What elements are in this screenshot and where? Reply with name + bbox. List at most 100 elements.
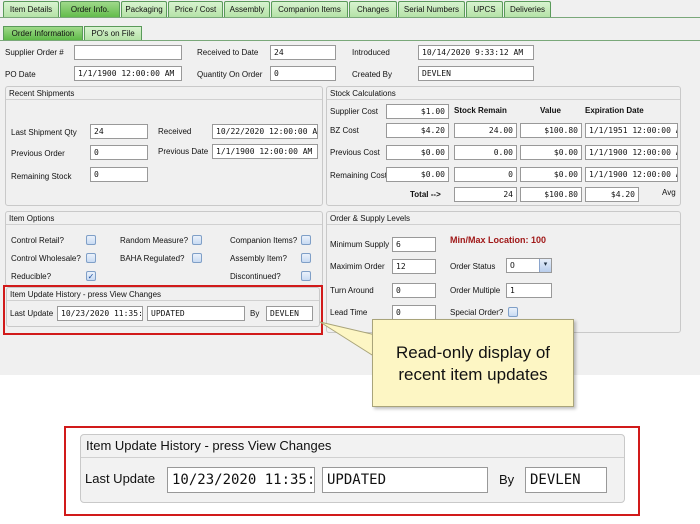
special-order-checkbox[interactable]	[508, 307, 518, 317]
tab-changes[interactable]: Changes	[349, 1, 397, 17]
total-remain-field[interactable]: 24	[454, 187, 517, 202]
avg-value-field[interactable]: $4.20	[585, 187, 639, 202]
subtab-order-information[interactable]: Order Information	[3, 26, 83, 40]
bz-value-field[interactable]: $100.80	[520, 123, 582, 138]
col-expiration-date: Expiration Date	[585, 106, 644, 115]
col-value: Value	[540, 106, 561, 115]
remaining-stock-label: Remaining Stock	[11, 172, 72, 181]
random-measure-label: Random Measure?	[120, 236, 189, 245]
order-supply-title: Order & Supply Levels	[330, 214, 411, 223]
col-stock-remain: Stock Remain	[454, 106, 507, 115]
bz-cost-field[interactable]: $4.20	[386, 123, 449, 138]
companion-items-checkbox[interactable]	[301, 235, 311, 245]
minimum-supply-label: Minimum Supply	[330, 240, 390, 249]
history-highlight-box	[3, 285, 323, 335]
introduced-field[interactable]: 10/14/2020 9:33:12 AM	[418, 45, 534, 60]
order-multiple-field[interactable]: 1	[506, 283, 552, 298]
previous-date-label: Previous Date	[158, 147, 209, 156]
turn-around-label: Turn Around	[330, 286, 374, 295]
tab-upcs[interactable]: UPCS	[466, 1, 503, 17]
tab-item-details[interactable]: Item Details	[3, 1, 59, 17]
po-date-field[interactable]: 1/1/1900 12:00:00 AM	[74, 66, 182, 81]
maximum-order-label: Maximim Order	[330, 262, 385, 271]
previous-date-field[interactable]: 1/1/1900 12:00:00 AM	[212, 144, 318, 159]
po-date-label: PO Date	[5, 70, 36, 79]
callout-line-1: Read-only display of	[395, 343, 551, 362]
remaining-stock-field[interactable]: 0	[90, 167, 148, 182]
tab-serial-numbers[interactable]: Serial Numbers	[398, 1, 465, 17]
assembly-item-checkbox[interactable]	[301, 253, 311, 263]
tab-packaging[interactable]: Packaging	[121, 1, 167, 17]
minimum-supply-field[interactable]: 6	[392, 237, 436, 252]
zoom-last-update-field[interactable]: 10/23/2020 11:35:	[167, 467, 315, 493]
last-shipment-qty-field[interactable]: 24	[90, 124, 148, 139]
remaining-cost-label: Remaining Cost	[330, 171, 387, 180]
subtab-pos-on-file[interactable]: PO's on File	[84, 26, 142, 40]
assembly-item-label: Assembly Item?	[230, 254, 287, 263]
random-measure-checkbox[interactable]	[192, 235, 202, 245]
received-field[interactable]: 10/22/2020 12:00:00 AM	[212, 124, 318, 139]
stock-calculations-rule	[327, 99, 680, 100]
reducible-checkbox[interactable]: ✓	[86, 271, 96, 281]
total-value-field[interactable]: $100.80	[520, 187, 582, 202]
supplier-order-field[interactable]	[74, 45, 182, 60]
callout-note: Read-only display of recent item updates	[372, 319, 574, 407]
zoom-by-label: By	[499, 472, 515, 487]
created-by-label: Created By	[352, 70, 393, 79]
subtab-divider	[0, 40, 700, 41]
received-label: Received	[158, 127, 192, 136]
last-shipment-qty-label: Last Shipment Qty	[11, 128, 77, 137]
supplier-order-label: Supplier Order #	[5, 48, 64, 57]
zoom-update-status-field[interactable]: UPDATED	[322, 467, 488, 493]
order-status-label: Order Status	[450, 262, 496, 271]
turn-around-field[interactable]: 0	[392, 283, 436, 298]
baha-regulated-checkbox[interactable]	[192, 253, 202, 263]
received-to-date-field[interactable]: 24	[270, 45, 336, 60]
zoom-updated-by-field[interactable]: DEVLEN	[525, 467, 607, 493]
stock-calculations-title: Stock Calculations	[330, 89, 396, 98]
previous-order-field[interactable]: 0	[90, 145, 148, 160]
remaining-cost-field[interactable]: $0.00	[386, 167, 449, 182]
previous-value-field[interactable]: $0.00	[520, 145, 582, 160]
callout-line-2: recent item updates	[398, 365, 548, 384]
control-retail-checkbox[interactable]	[86, 235, 96, 245]
order-multiple-label: Order Multiple	[450, 286, 501, 295]
control-retail-label: Control Retail?	[11, 236, 64, 245]
tab-order-info[interactable]: Order Info.	[60, 1, 120, 18]
total-label: Total -->	[410, 190, 441, 199]
previous-remain-field[interactable]: 0.00	[454, 145, 517, 160]
previous-order-label: Previous Order	[11, 149, 65, 158]
zoom-last-update-label: Last Update	[85, 471, 156, 486]
recent-shipments-rule	[6, 99, 322, 100]
introduced-label: Introduced	[352, 48, 390, 57]
maximum-order-field[interactable]: 12	[392, 259, 436, 274]
tab-price-cost[interactable]: Price / Cost	[168, 1, 223, 17]
bz-cost-label: BZ Cost	[330, 126, 359, 135]
bz-remain-field[interactable]: 24.00	[454, 123, 517, 138]
remaining-remain-field[interactable]: 0	[454, 167, 517, 182]
previous-cost-field[interactable]: $0.00	[386, 145, 449, 160]
supplier-cost-field[interactable]: $1.00	[386, 104, 449, 119]
remaining-expiration-field[interactable]: 1/1/1900 12:00:00 A	[585, 167, 678, 182]
tab-assembly[interactable]: Assembly	[224, 1, 270, 17]
qty-on-order-label: Quantity On Order	[197, 70, 263, 79]
companion-items-label: Companion Items?	[230, 236, 298, 245]
created-by-field[interactable]: DEVLEN	[418, 66, 534, 81]
baha-regulated-label: BAHA Regulated?	[120, 254, 185, 263]
tab-deliveries[interactable]: Deliveries	[504, 1, 551, 17]
qty-on-order-field[interactable]: 0	[270, 66, 336, 81]
special-order-label: Special Order?	[450, 308, 504, 317]
discontinued-checkbox[interactable]	[301, 271, 311, 281]
control-wholesale-label: Control Wholesale?	[11, 254, 81, 263]
item-options-rule	[6, 224, 322, 225]
received-to-date-label: Received to Date	[197, 48, 259, 57]
previous-expiration-field[interactable]: 1/1/1900 12:00:00 A	[585, 145, 678, 160]
control-wholesale-checkbox[interactable]	[86, 253, 96, 263]
bz-expiration-field[interactable]: 1/1/1951 12:00:00 A	[585, 123, 678, 138]
reducible-label: Reducible?	[11, 272, 52, 281]
supplier-cost-label: Supplier Cost	[330, 107, 379, 116]
chevron-down-icon[interactable]: ▾	[539, 259, 551, 272]
remaining-value-field[interactable]: $0.00	[520, 167, 582, 182]
tab-companion-items[interactable]: Companion Items	[271, 1, 348, 17]
order-supply-rule	[327, 224, 680, 225]
